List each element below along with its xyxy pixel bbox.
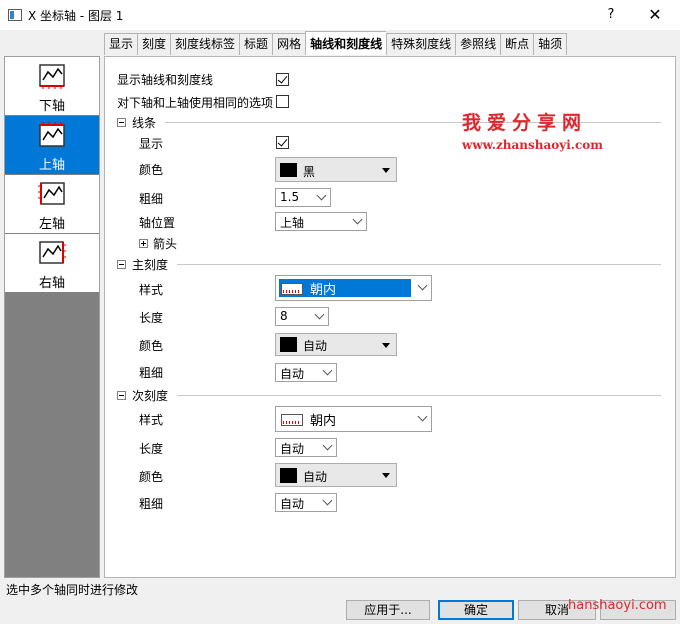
chevron-down-icon (316, 190, 327, 201)
tab-rug[interactable]: 轴须 (533, 33, 568, 55)
major-style-label: 样式 (139, 283, 164, 297)
tab-grids[interactable]: 网格 (272, 33, 306, 55)
axis-item-bottom[interactable]: 下轴 (5, 57, 99, 115)
major-section-title: 主刻度 (132, 258, 169, 272)
dropdown-arrow-icon (382, 473, 390, 478)
tab-strip: 显示 刻度 刻度线标签 标题 网格 轴线和刻度线 特殊刻度线 参照线 断点 轴须 (104, 31, 568, 55)
tab-title[interactable]: 标题 (239, 33, 273, 55)
line-show-label: 显示 (139, 137, 164, 151)
minor-section-title: 次刻度 (132, 389, 169, 403)
minor-style-label: 样式 (139, 413, 164, 427)
tab-tick-labels[interactable]: 刻度线标签 (170, 33, 240, 55)
tab-reference-lines[interactable]: 参照线 (455, 33, 501, 55)
right-axis-icon (39, 241, 66, 264)
axis-position-dropdown[interactable]: 上轴 (275, 212, 367, 231)
tab-special-ticks[interactable]: 特殊刻度线 (386, 33, 456, 55)
tick-style-icon (281, 414, 303, 426)
major-length-label: 长度 (139, 311, 164, 325)
apply-to-button[interactable]: 应用于... (346, 600, 430, 620)
chevron-down-icon (322, 440, 333, 451)
tab-display[interactable]: 显示 (104, 33, 138, 55)
bottom-axis-icon (39, 64, 65, 89)
axis-item-label: 右轴 (38, 276, 65, 291)
axis-item-label: 下轴 (38, 99, 65, 114)
line-thickness-label: 粗细 (139, 192, 164, 206)
minor-color-dropdown[interactable]: 自动 (275, 463, 397, 487)
line-color-label: 颜色 (139, 163, 164, 177)
major-thickness-label: 粗细 (139, 366, 164, 380)
axis-item-label: 上轴 (38, 158, 65, 173)
major-color-dropdown[interactable]: 自动 (275, 333, 397, 356)
status-text: 选中多个轴同时进行修改 (6, 583, 139, 597)
minor-length-dropdown[interactable]: 自动 (275, 438, 337, 457)
line-color-dropdown[interactable]: 黑 (275, 157, 397, 182)
watermark-bottom: hanshaoyi.com (568, 598, 667, 613)
section-divider (177, 264, 661, 265)
close-button[interactable]: ✕ (640, 5, 670, 25)
minor-section-collapse-icon[interactable] (117, 391, 126, 400)
app-icon (8, 9, 22, 21)
show-axis-ticks-checkbox[interactable] (276, 73, 289, 86)
major-length-dropdown[interactable]: 8 (275, 307, 329, 326)
chevron-down-icon (417, 411, 428, 422)
major-color-label: 颜色 (139, 339, 164, 353)
same-options-label: 对下轴和上轴使用相同的选项 (117, 96, 274, 110)
major-thickness-dropdown[interactable]: 自动 (275, 363, 337, 382)
axis-item-left[interactable]: 左轴 (5, 175, 99, 233)
color-swatch (280, 468, 297, 483)
minor-thickness-label: 粗细 (139, 497, 164, 511)
color-swatch (280, 163, 297, 177)
same-options-checkbox[interactable] (276, 95, 289, 108)
chevron-down-icon (352, 214, 363, 225)
line-show-checkbox[interactable] (276, 136, 289, 149)
section-divider (177, 395, 661, 396)
line-section-collapse-icon[interactable] (117, 118, 126, 127)
axis-item-top[interactable]: 上轴 (5, 116, 99, 174)
axis-list: 下轴 上轴 左轴 右轴 (4, 56, 100, 578)
tab-scale[interactable]: 刻度 (137, 33, 171, 55)
color-swatch (280, 337, 297, 352)
line-section-title: 线条 (132, 116, 157, 130)
tab-line-and-ticks[interactable]: 轴线和刻度线 (305, 31, 387, 55)
minor-color-label: 颜色 (139, 470, 164, 484)
watermark-url: www.zhanshaoyi.com (462, 138, 603, 152)
title-bar: X 坐标轴 - 图层 1 ? ✕ (0, 0, 680, 30)
left-axis-icon (38, 182, 65, 205)
help-button[interactable]: ? (596, 5, 626, 25)
minor-length-label: 长度 (139, 442, 164, 456)
arrow-expand-icon[interactable] (139, 239, 148, 248)
top-axis-icon (39, 122, 65, 147)
chevron-down-icon (314, 309, 325, 320)
axis-position-label: 轴位置 (139, 216, 176, 230)
chevron-down-icon (322, 495, 333, 506)
major-style-dropdown[interactable]: 朝内 (275, 275, 432, 301)
major-section-collapse-icon[interactable] (117, 260, 126, 269)
ok-button[interactable]: 确定 (438, 600, 514, 620)
show-axis-ticks-label: 显示轴线和刻度线 (117, 73, 214, 87)
tab-breaks[interactable]: 断点 (500, 33, 534, 55)
chevron-down-icon (322, 365, 333, 376)
window-title: X 坐标轴 - 图层 1 (28, 9, 124, 23)
line-thickness-dropdown[interactable]: 1.5 (275, 188, 331, 207)
chevron-down-icon (417, 280, 428, 291)
minor-style-dropdown[interactable]: 朝内 (275, 406, 432, 432)
arrow-label: 箭头 (153, 237, 178, 251)
axis-item-label: 左轴 (38, 217, 65, 232)
settings-panel: 显示轴线和刻度线 对下轴和上轴使用相同的选项 线条 显示 颜色 黑 粗细 1.5… (104, 56, 676, 578)
dropdown-arrow-icon (382, 168, 390, 173)
tick-style-icon (281, 283, 303, 295)
axis-item-right[interactable]: 右轴 (5, 234, 99, 292)
watermark-title: 我爱分享网 (462, 112, 588, 134)
minor-thickness-dropdown[interactable]: 自动 (275, 493, 337, 512)
dropdown-arrow-icon (382, 343, 390, 348)
